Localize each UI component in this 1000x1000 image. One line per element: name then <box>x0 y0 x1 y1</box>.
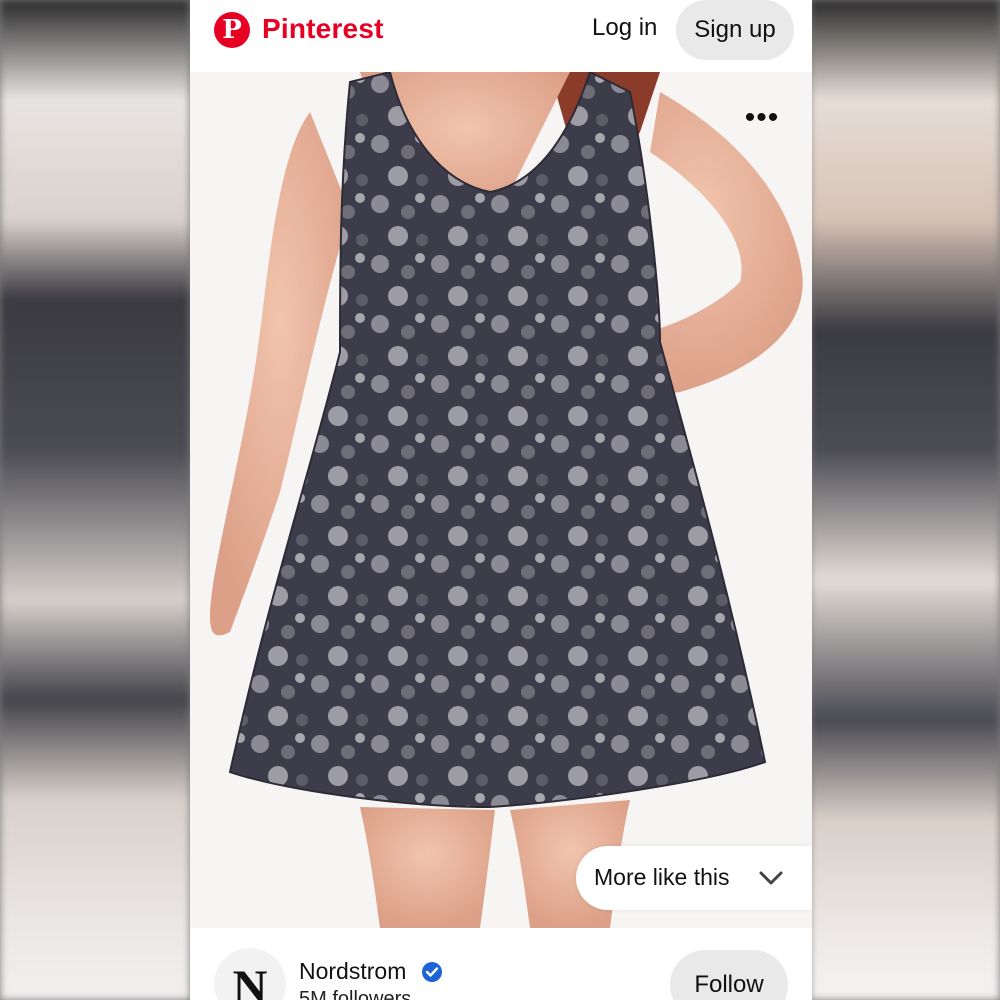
login-button[interactable]: Log in <box>592 14 657 42</box>
creator-name[interactable]: Nordstrom <box>299 958 406 985</box>
ellipsis-icon[interactable]: ••• <box>742 103 782 133</box>
follower-count: 5M followers <box>299 988 412 1000</box>
dress-photo <box>190 72 812 928</box>
blurred-backdrop-left <box>0 0 190 1000</box>
verified-badge-icon <box>422 962 442 982</box>
follow-button[interactable]: Follow <box>670 950 788 1000</box>
signup-button[interactable]: Sign up <box>676 0 794 60</box>
leg-left <box>360 807 495 928</box>
more-like-this-label: More like this <box>594 864 730 890</box>
avatar[interactable]: N <box>214 948 286 1000</box>
pin-page: P Pinterest Log in Sign up ••• More like… <box>190 0 812 1000</box>
more-like-this-button[interactable]: More like this <box>576 846 812 910</box>
top-header: P Pinterest Log in Sign up <box>190 0 812 73</box>
blurred-backdrop-right <box>810 0 1000 1000</box>
brand-name[interactable]: Pinterest <box>262 13 384 45</box>
chevron-down-icon <box>759 871 783 885</box>
creator-bar: N Nordstrom 5M followers Follow <box>190 928 812 1000</box>
pinterest-logo-icon[interactable]: P <box>214 12 250 48</box>
pin-image[interactable] <box>190 72 812 928</box>
